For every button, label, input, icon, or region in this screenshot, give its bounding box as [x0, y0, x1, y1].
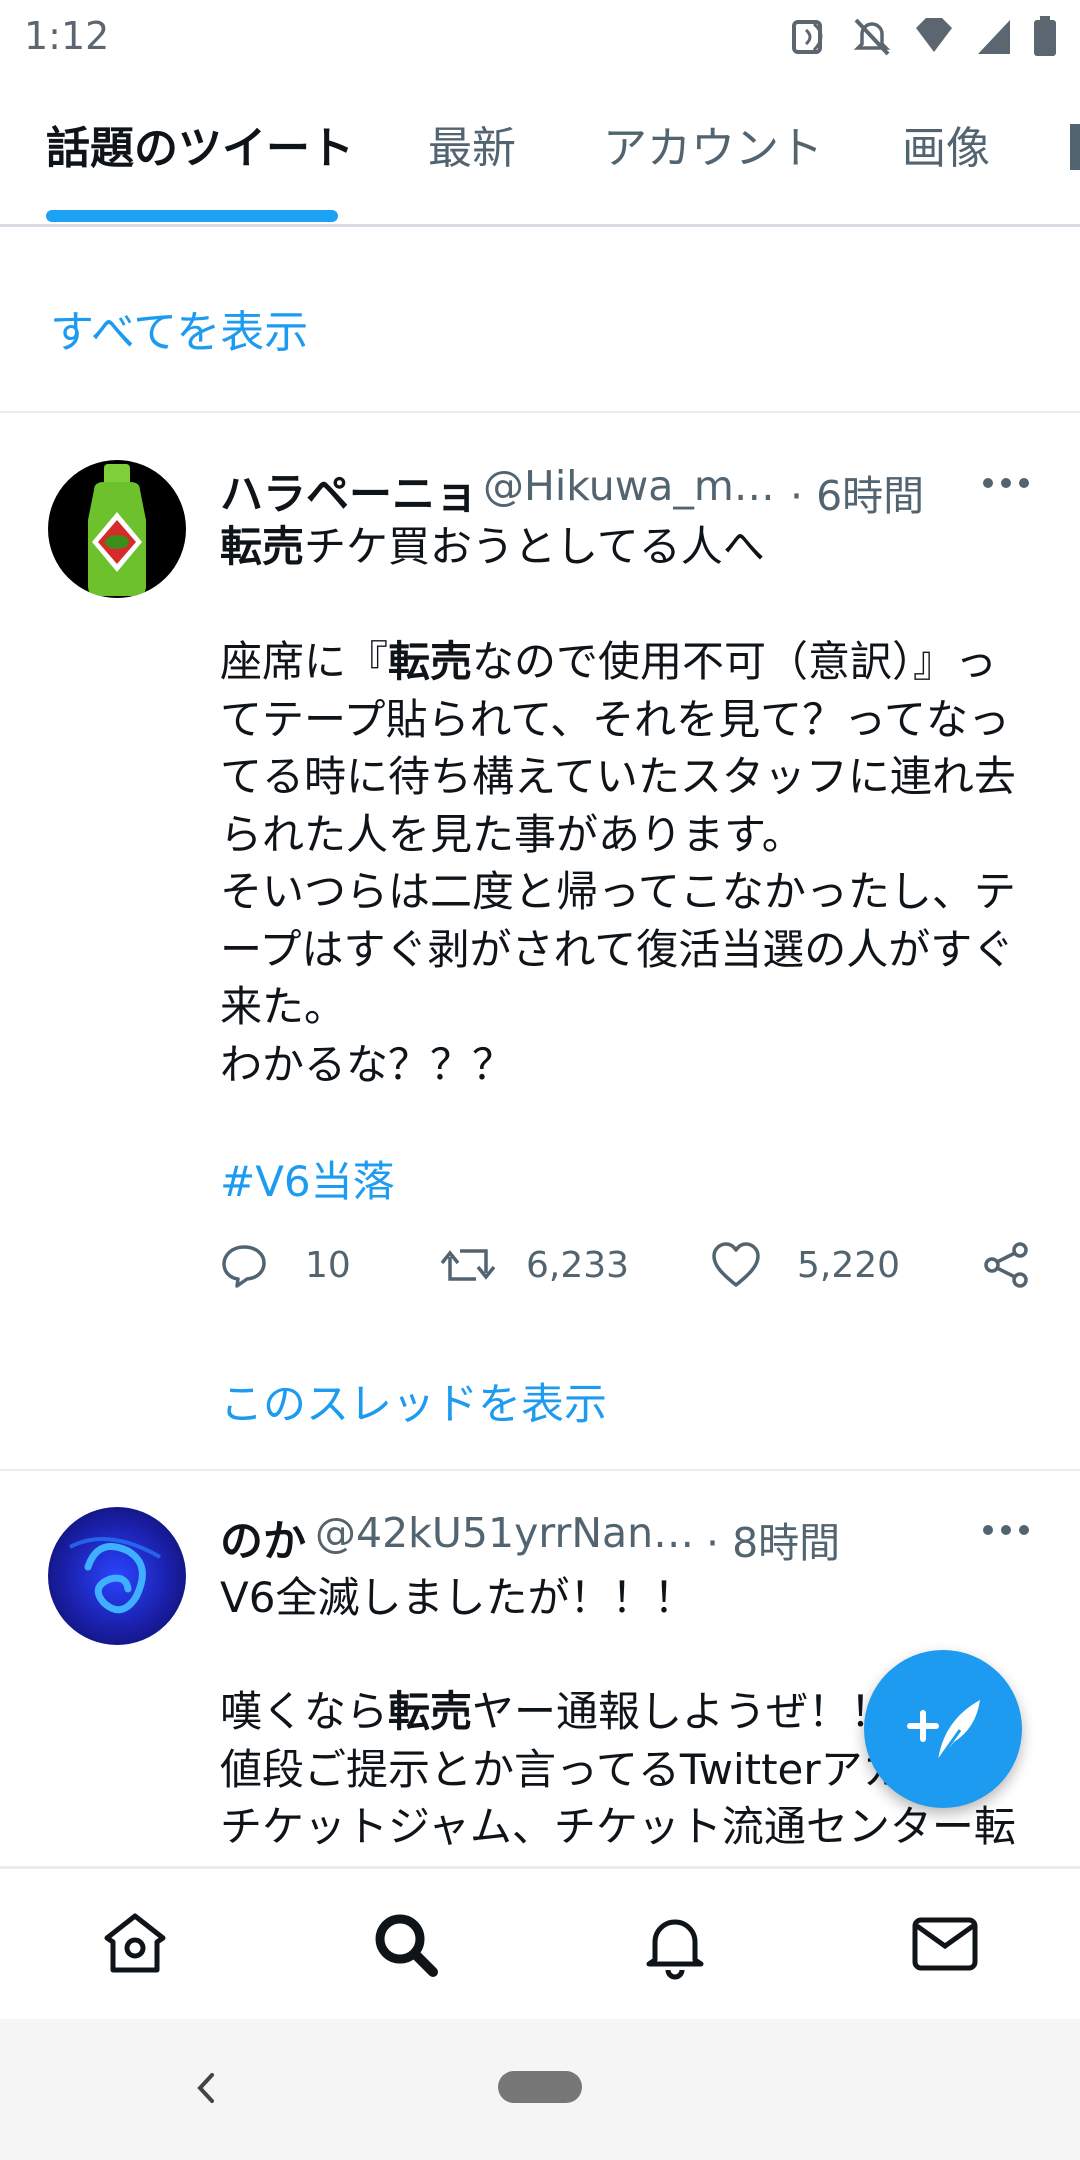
mail-icon	[912, 1917, 978, 1971]
tweet-time[interactable]: · 6時間	[790, 462, 924, 522]
share-icon[interactable]	[982, 1241, 1030, 1289]
tweet-author-handle[interactable]: @42kU51yrrNanVqE	[315, 1509, 705, 1557]
reply-count: 10	[305, 1245, 351, 1286]
bottom-navigation	[0, 1866, 1080, 2022]
status-icons	[788, 12, 1058, 60]
search-icon	[375, 1914, 438, 1977]
highlight-keyword: 転売	[388, 1687, 473, 1736]
retweet-icon[interactable]	[440, 1241, 496, 1289]
like-icon[interactable]	[711, 1241, 761, 1289]
system-navigation-bar	[0, 2019, 1080, 2160]
blue-swirl-avatar-image	[69, 1537, 161, 1614]
compose-feather-icon	[907, 1700, 980, 1765]
more-options-icon[interactable]	[976, 1510, 1036, 1550]
reply-icon[interactable]	[220, 1241, 268, 1289]
signal-icon	[978, 20, 1010, 54]
bell-icon	[646, 1919, 704, 1980]
nav-messages[interactable]	[890, 1889, 1000, 1999]
status-bar: 1:12	[0, 0, 1080, 72]
hashtag-link[interactable]: #V6当落	[220, 1148, 395, 1209]
nfc-icon	[792, 20, 823, 54]
tweet-card[interactable]: ハラペーニョ @Hikuwa_maj... · 6時間 転売チケ買おうとしてる人…	[0, 413, 1080, 1469]
tab-top-tweets[interactable]: 話題のツイート	[46, 112, 354, 176]
like-count: 5,220	[797, 1245, 901, 1286]
tab-photos[interactable]: 画像	[902, 112, 990, 176]
tweet-time[interactable]: · 8時間	[706, 1509, 840, 1569]
avatar[interactable]	[48, 460, 186, 598]
tweet-author-handle[interactable]: @Hikuwa_maj...	[483, 462, 779, 510]
compose-tweet-button[interactable]	[864, 1650, 1022, 1808]
avatar[interactable]	[48, 1507, 186, 1645]
back-icon[interactable]	[186, 2063, 226, 2113]
tweet-text-paragraph: 座席に『転売なので使用不可（意訳）』ってテープ貼られて、それを見て？ってなってる…	[220, 637, 1016, 1089]
tab-accounts[interactable]: アカウント	[603, 112, 823, 176]
bell-off-icon	[853, 18, 891, 56]
highlight-keyword: 転売	[388, 637, 473, 686]
show-thread-link[interactable]: このスレッドを表示	[220, 1370, 607, 1432]
wifi-icon	[916, 18, 952, 52]
tab-latest[interactable]: 最新	[428, 112, 516, 176]
more-options-icon[interactable]	[976, 463, 1036, 503]
highlight-keyword: 転売	[220, 522, 305, 571]
nav-notifications[interactable]	[620, 1889, 730, 1999]
nav-home[interactable]	[80, 1889, 190, 1999]
tab-overflow-edge	[1070, 124, 1080, 170]
retweet-count: 6,233	[526, 1245, 630, 1286]
tweet-text: 転売チケ買おうとしてる人へ	[220, 522, 765, 571]
status-time: 1:12	[24, 14, 110, 58]
bottle-avatar-image	[88, 464, 146, 596]
battery-icon	[1034, 16, 1056, 56]
nav-search[interactable]	[350, 1889, 460, 1999]
tweet-author-name[interactable]: のか	[220, 1507, 306, 1569]
home-pill[interactable]	[498, 2071, 582, 2103]
search-tab-bar: 話題のツイート 最新 アカウント 画像	[0, 72, 1080, 227]
tweet-author-name[interactable]: ハラペーニョ	[220, 460, 478, 522]
tweet-text: V6全滅しましたが！！！	[220, 1573, 696, 1622]
home-icon	[104, 1913, 166, 1973]
active-tab-indicator	[46, 210, 338, 222]
show-all-link[interactable]: すべてを表示	[50, 296, 308, 360]
